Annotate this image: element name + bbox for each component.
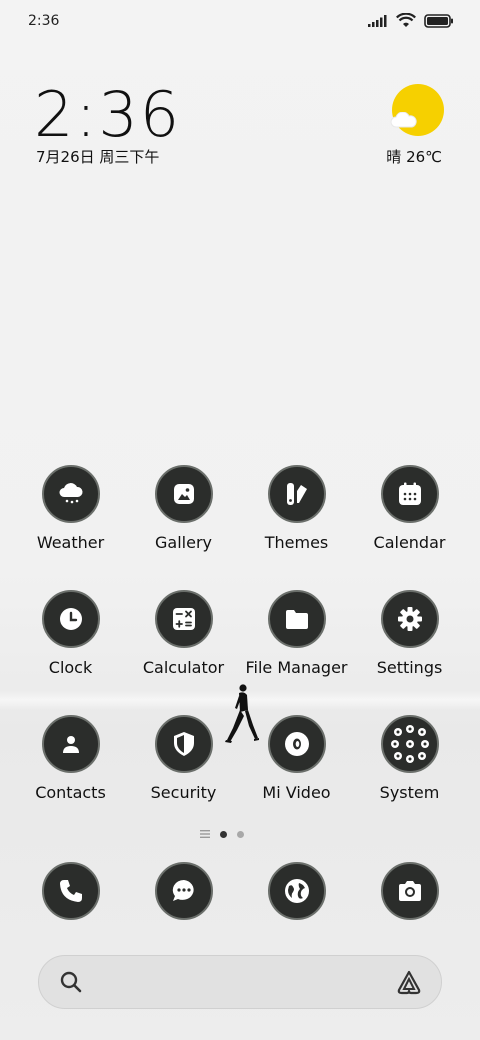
widget-clock[interactable]: 2:36 <box>34 78 181 151</box>
app-icon-circle <box>154 465 213 523</box>
app-icon-circle <box>154 715 213 773</box>
sun-icon <box>392 84 444 136</box>
status-bar: 2:36 <box>0 0 480 44</box>
folder-icon <box>285 610 308 629</box>
app-icon-circle <box>41 465 100 523</box>
message-icon <box>172 879 194 901</box>
app-label: Contacts <box>35 783 106 802</box>
page-indicator[interactable] <box>200 830 244 838</box>
app-calculator[interactable]: Calculator <box>127 590 240 677</box>
app-icon-circle <box>380 465 439 523</box>
wifi-icon <box>396 13 416 27</box>
app-settings[interactable]: Settings <box>353 590 466 677</box>
app-label: Settings <box>376 658 443 677</box>
gear-icon <box>397 607 422 631</box>
app-label: Calendar <box>373 533 446 552</box>
system-folder-icon <box>390 725 429 763</box>
app-label: Themes <box>264 533 329 552</box>
app-icon-circle <box>380 715 439 773</box>
status-icons <box>368 13 454 28</box>
menu-lines-icon <box>200 830 210 838</box>
app-label: System <box>379 783 440 802</box>
app-label: Clock <box>48 658 93 677</box>
app-icon-circle <box>380 862 439 920</box>
weather-icon <box>59 483 83 504</box>
video-icon <box>284 732 309 756</box>
phone-icon <box>59 880 82 902</box>
assistant-icon[interactable] <box>395 969 423 995</box>
app-label: Calculator <box>142 658 225 677</box>
app-icon-circle <box>380 590 439 648</box>
app-icon-circle <box>267 862 326 920</box>
signal-icon <box>368 14 387 27</box>
app-icon-circle <box>154 590 213 648</box>
app-gallery[interactable]: Gallery <box>127 465 240 552</box>
app-icon-circle <box>154 862 213 920</box>
app-label: Security <box>150 783 217 802</box>
app-label: Weather <box>36 533 105 552</box>
app-label: File Manager <box>245 658 348 677</box>
dock-browser[interactable] <box>240 862 353 920</box>
page-dot-active[interactable] <box>220 830 227 838</box>
app-file-manager[interactable]: File Manager <box>240 590 353 677</box>
contacts-icon <box>62 736 79 753</box>
app-clock[interactable]: Clock <box>14 590 127 677</box>
app-contacts[interactable]: Contacts <box>14 715 127 802</box>
browser-icon <box>284 879 309 903</box>
shield-icon <box>173 732 194 756</box>
app-icon-circle <box>41 715 100 773</box>
page-dot[interactable] <box>237 830 244 838</box>
weather-widget-icon[interactable] <box>390 84 444 136</box>
app-themes[interactable]: Themes <box>240 465 353 552</box>
app-icon-circle <box>267 715 326 773</box>
battery-icon <box>424 13 453 28</box>
calendar-icon <box>398 482 421 505</box>
app-mi-video[interactable]: Mi Video <box>240 715 353 802</box>
dock-camera[interactable] <box>353 862 466 920</box>
camera-icon <box>398 881 421 901</box>
app-security[interactable]: Security <box>127 715 240 802</box>
cloud-icon <box>390 112 417 128</box>
clock-icon <box>59 608 82 630</box>
app-icon-circle <box>41 862 100 920</box>
app-calendar[interactable]: Calendar <box>353 465 466 552</box>
app-system-folder[interactable]: System <box>353 715 466 802</box>
dock-phone[interactable] <box>14 862 127 920</box>
status-time: 2:36 <box>28 13 60 29</box>
themes-icon <box>286 483 307 505</box>
weather-text: 晴 26℃ <box>386 148 442 166</box>
app-icon-circle <box>267 590 326 648</box>
dock-messages[interactable] <box>127 862 240 920</box>
calculator-icon <box>172 608 195 630</box>
widget-date: 7月26日 周三下午 <box>36 148 160 166</box>
app-weather[interactable]: Weather <box>14 465 127 552</box>
search-icon <box>60 971 82 993</box>
app-label: Gallery <box>155 533 212 552</box>
app-label: Mi Video <box>262 783 331 802</box>
app-icon-circle <box>267 465 326 523</box>
search-bar[interactable] <box>38 955 442 1009</box>
gallery-icon <box>173 484 194 504</box>
app-icon-circle <box>41 590 100 648</box>
